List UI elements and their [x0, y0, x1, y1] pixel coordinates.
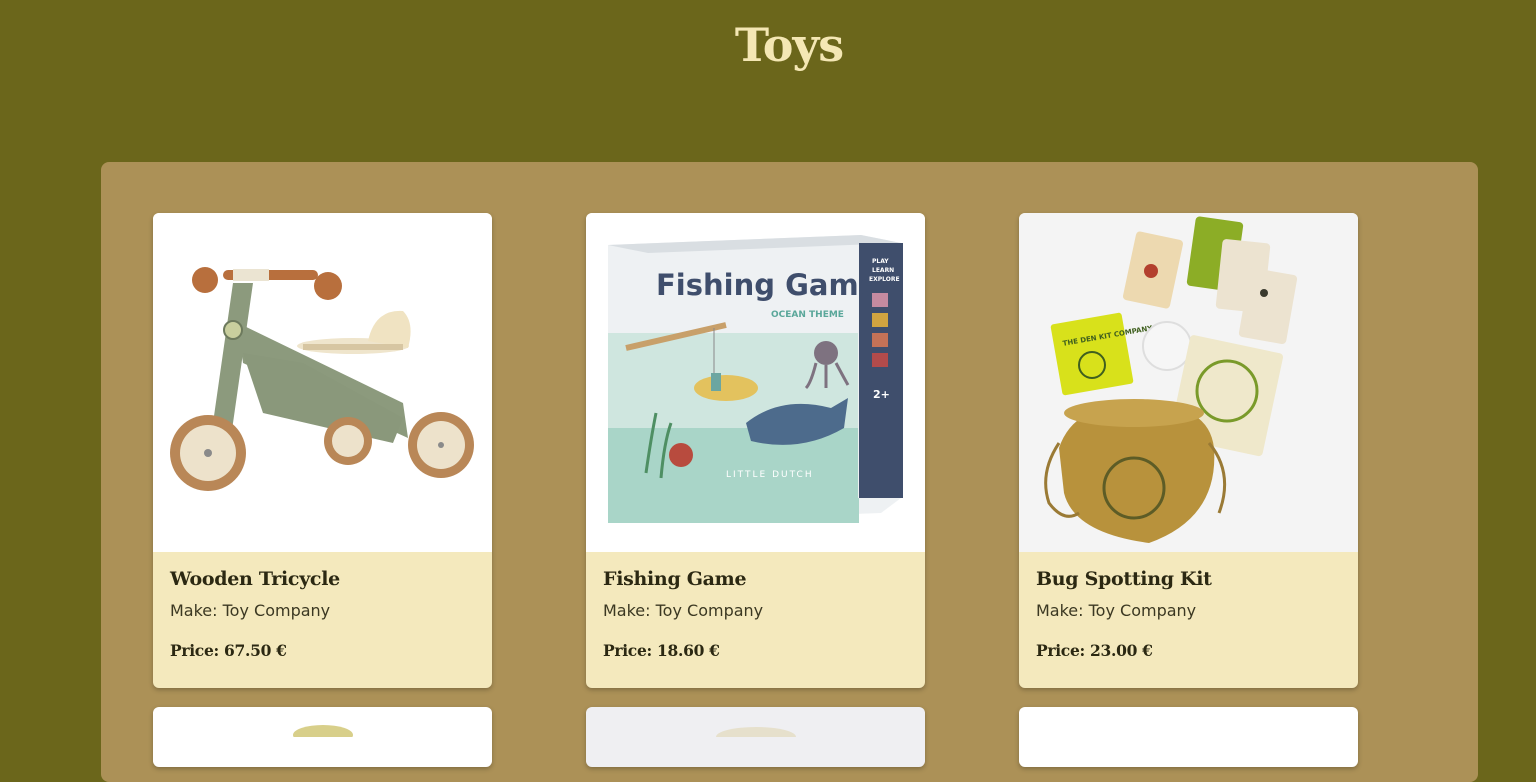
product-image — [716, 727, 796, 737]
price-value: 18.60 € — [657, 641, 720, 660]
box-brand: LITTLE DUTCH — [726, 470, 814, 480]
bug-kit-image: THE DEN KIT COMPANY — [1044, 216, 1298, 543]
product-image[interactable]: Fishing Game OCEAN THEME LITTLE DUTCH PL… — [586, 213, 925, 552]
product-name[interactable]: Fishing Game — [603, 568, 908, 590]
product-make: Make: Toy Company — [1036, 601, 1197, 620]
price-label: Price: — [170, 641, 219, 660]
price-value: 23.00 € — [1090, 641, 1153, 660]
price-value: 67.50 € — [224, 641, 287, 660]
box-side-explore: EXPLORE — [869, 276, 900, 283]
page-title: Toys — [734, 18, 844, 72]
box-title: Fishing Game — [656, 268, 878, 302]
product-make: Make: Toy Company — [170, 601, 331, 620]
product-image[interactable]: THE DEN KIT COMPANY — [1019, 213, 1358, 552]
product-card-fishing-game[interactable]: Fishing Game OCEAN THEME LITTLE DUTCH PL… — [586, 213, 925, 688]
product-card[interactable] — [153, 707, 492, 767]
product-price: Price: 18.60 € — [603, 641, 908, 660]
product-name[interactable]: Bug Spotting Kit — [1036, 568, 1341, 590]
box-age: 2+ — [873, 388, 890, 401]
products-panel: Wooden Tricycle Make: Toy Company Price:… — [101, 162, 1478, 782]
product-name[interactable]: Wooden Tricycle — [170, 568, 475, 590]
product-price: Price: 67.50 € — [170, 641, 475, 660]
box-side-learn: LEARN — [872, 267, 894, 274]
product-card-wooden-tricycle[interactable]: Wooden Tricycle Make: Toy Company Price:… — [153, 213, 492, 688]
product-image — [293, 725, 353, 737]
product-card-bug-spotting-kit[interactable]: THE DEN KIT COMPANY Bug Spotting Kit Mak… — [1019, 213, 1358, 688]
product-card[interactable] — [1019, 707, 1358, 767]
product-make: Make: Toy Company — [603, 601, 764, 620]
price-label: Price: — [1036, 641, 1085, 660]
box-subtitle: OCEAN THEME — [771, 310, 844, 320]
product-price: Price: 23.00 € — [1036, 641, 1341, 660]
product-card[interactable] — [586, 707, 925, 767]
tricycle-image — [170, 267, 474, 491]
box-side-play: PLAY — [872, 258, 889, 265]
product-image[interactable] — [153, 213, 492, 552]
price-label: Price: — [603, 641, 652, 660]
fishing-game-image: Fishing Game OCEAN THEME LITTLE DUTCH PL… — [608, 235, 903, 523]
